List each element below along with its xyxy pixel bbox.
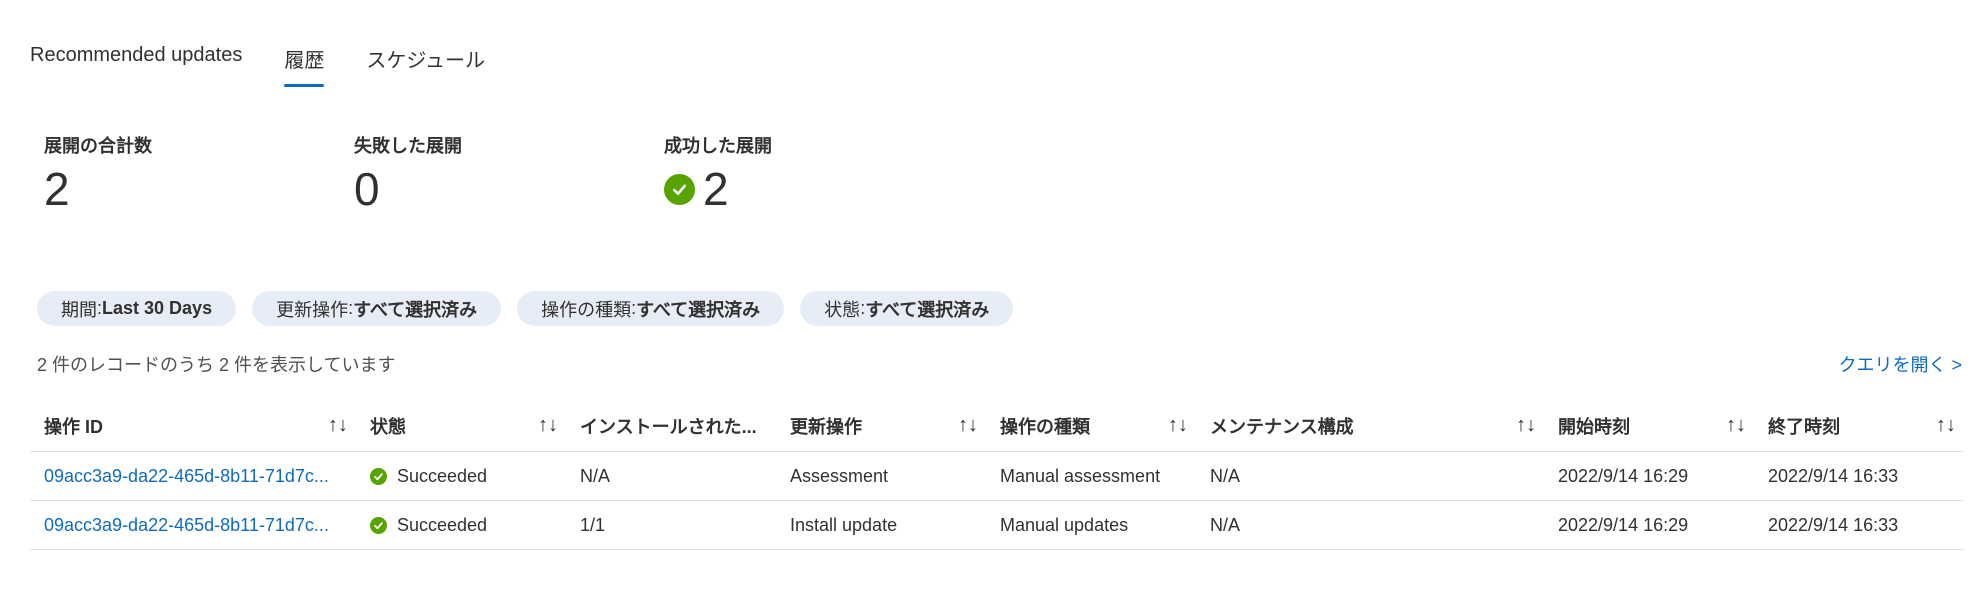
record-count-text: 2 件のレコードのうち 2 件を表示しています [37, 355, 396, 375]
sort-icon[interactable]: ↑↓ [958, 414, 978, 437]
filter-pill-operation-type[interactable]: 操作の種類 : すべて選択済み [517, 291, 785, 326]
start-time-cell: 2022/9/14 16:29 [1558, 514, 1689, 535]
operation-id-link[interactable]: 09acc3a9-da22-465d-8b11-71d7c... [44, 466, 329, 487]
sort-icon[interactable]: ↑↓ [1168, 414, 1188, 437]
stat-total-deployments: 展開の合計数 2 [44, 132, 354, 212]
operation-type-cell: Manual updates [1000, 514, 1129, 535]
tab-history[interactable]: 履歴 [284, 44, 325, 87]
operation-type-cell: Manual assessment [1000, 465, 1161, 486]
column-header-status[interactable]: 状態 ↑↓ [356, 413, 566, 439]
sort-icon[interactable]: ↑↓ [1936, 414, 1956, 437]
sort-icon[interactable]: ↑↓ [538, 414, 558, 437]
stat-failed-deployments: 失敗した展開 0 [354, 132, 664, 212]
column-header-operation-id[interactable]: 操作 ID ↑↓ [30, 413, 356, 439]
update-operation-cell: Install update [790, 514, 898, 535]
maintenance-config-cell: N/A [1210, 465, 1241, 486]
tab-schedule[interactable]: スケジュール [366, 44, 485, 87]
tab-recommended-updates[interactable]: Recommended updates [30, 44, 242, 81]
stat-value: 0 [354, 163, 380, 215]
column-header-end-time[interactable]: 終了時刻 ↑↓ [1754, 413, 1964, 439]
deployment-stats: 展開の合計数 2 失敗した展開 0 成功した展開 2 [44, 132, 974, 212]
column-header-operation-type[interactable]: 操作の種類 ↑↓ [986, 413, 1196, 439]
maintenance-config-cell: N/A [1210, 514, 1241, 535]
stat-successful-deployments: 成功した展開 2 [664, 132, 974, 212]
stat-label: 成功した展開 [664, 136, 772, 156]
update-operation-cell: Assessment [790, 465, 889, 486]
installed-cell: 1/1 [580, 514, 606, 535]
tab-bar: Recommended updates 履歴 スケジュール [30, 44, 485, 87]
success-check-icon [370, 467, 387, 485]
sort-icon[interactable]: ↑↓ [1516, 414, 1536, 437]
sort-icon[interactable]: ↑↓ [328, 414, 348, 437]
sort-icon[interactable]: ↑↓ [1726, 414, 1746, 437]
column-header-start-time[interactable]: 開始時刻 ↑↓ [1544, 413, 1754, 439]
operation-id-link[interactable]: 09acc3a9-da22-465d-8b11-71d7c... [44, 515, 329, 536]
column-header-maintenance-config[interactable]: メンテナンス構成 ↑↓ [1196, 413, 1544, 439]
status-text: Succeeded [397, 465, 488, 486]
open-query-link[interactable]: クエリを開く > [1838, 351, 1962, 377]
stat-label: 失敗した展開 [354, 136, 462, 156]
start-time-cell: 2022/9/14 16:29 [1558, 465, 1689, 486]
success-check-icon [370, 516, 387, 534]
stat-label: 展開の合計数 [44, 136, 152, 156]
filter-pill-status[interactable]: 状態 : すべて選択済み [800, 291, 1014, 326]
history-table: 操作 ID ↑↓ 状態 ↑↓ インストールされた... 更新操作 ↑↓ 操作の種類 ↑↓… [30, 400, 1964, 550]
filter-pill-update-operation[interactable]: 更新操作 : すべて選択済み [252, 291, 502, 326]
filter-bar: 期間 : Last 30 Days 更新操作 : すべて選択済み 操作の種類 :… [37, 291, 1014, 326]
stat-value: 2 [703, 163, 729, 215]
column-header-installed[interactable]: インストールされた... [566, 413, 776, 439]
table-row: 09acc3a9-da22-465d-8b11-71d7c... Succeed… [30, 501, 1964, 550]
end-time-cell: 2022/9/14 16:33 [1768, 514, 1899, 535]
table-row: 09acc3a9-da22-465d-8b11-71d7c... Succeed… [30, 452, 1964, 501]
stat-value: 2 [44, 163, 70, 215]
column-header-update-operation[interactable]: 更新操作 ↑↓ [776, 413, 986, 439]
end-time-cell: 2022/9/14 16:33 [1768, 465, 1899, 486]
status-text: Succeeded [397, 514, 488, 535]
success-check-icon [664, 173, 695, 205]
installed-cell: N/A [580, 465, 611, 486]
filter-pill-period[interactable]: 期間 : Last 30 Days [37, 291, 237, 326]
table-header-row: 操作 ID ↑↓ 状態 ↑↓ インストールされた... 更新操作 ↑↓ 操作の種類 ↑↓… [30, 400, 1964, 452]
